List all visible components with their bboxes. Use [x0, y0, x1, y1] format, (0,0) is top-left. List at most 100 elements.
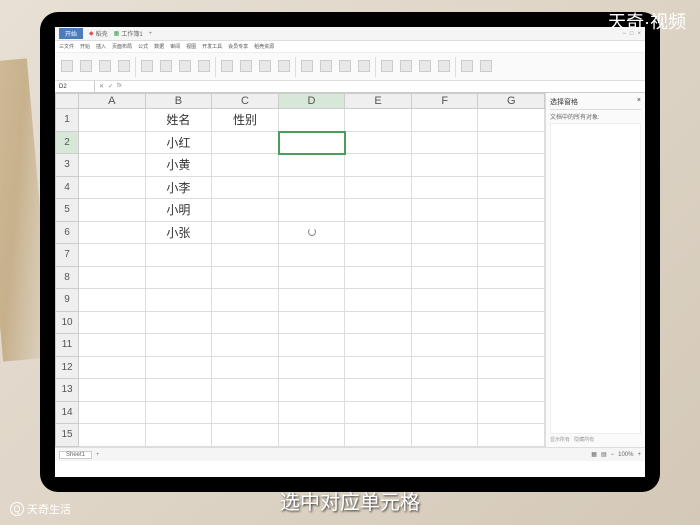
cell[interactable]: 性别	[212, 109, 279, 132]
cell[interactable]	[212, 289, 279, 312]
menu-item[interactable]: 开始	[80, 43, 90, 50]
ribbon-button[interactable]	[398, 60, 414, 73]
cell[interactable]	[345, 289, 412, 312]
cell[interactable]	[412, 132, 479, 155]
row-header[interactable]: 13	[55, 379, 79, 402]
cell[interactable]	[279, 244, 346, 267]
cell[interactable]	[345, 132, 412, 155]
menu-item[interactable]: 稻壳资源	[254, 43, 274, 50]
ribbon-button[interactable]	[478, 60, 494, 73]
column-header[interactable]: F	[412, 93, 479, 109]
cell[interactable]	[146, 334, 213, 357]
cell[interactable]	[478, 154, 545, 177]
cell[interactable]	[79, 334, 146, 357]
cell[interactable]	[345, 199, 412, 222]
ribbon-button[interactable]	[417, 60, 433, 73]
cell[interactable]	[212, 132, 279, 155]
cell[interactable]	[79, 244, 146, 267]
cell[interactable]	[279, 357, 346, 380]
row-header[interactable]: 7	[55, 244, 79, 267]
cell[interactable]	[412, 222, 479, 245]
ribbon-button[interactable]	[177, 60, 193, 73]
fx-confirm-icon[interactable]: ✓	[108, 83, 113, 90]
menu-item[interactable]: 三文件	[59, 43, 74, 50]
panel-close-icon[interactable]: ×	[637, 97, 641, 107]
cell[interactable]	[146, 312, 213, 335]
cell[interactable]	[146, 402, 213, 425]
menu-item[interactable]: 插入	[96, 43, 106, 50]
cell[interactable]	[79, 357, 146, 380]
cell[interactable]	[478, 132, 545, 155]
cell[interactable]: 小明	[146, 199, 213, 222]
cell[interactable]	[478, 334, 545, 357]
cell[interactable]	[345, 424, 412, 447]
cell[interactable]	[79, 289, 146, 312]
cell[interactable]	[79, 379, 146, 402]
cell[interactable]	[279, 132, 346, 155]
cell[interactable]	[345, 177, 412, 200]
fx-label-icon[interactable]: fx	[117, 83, 122, 90]
cell[interactable]: 小黄	[146, 154, 213, 177]
column-header[interactable]: D	[279, 93, 346, 109]
cell[interactable]	[212, 222, 279, 245]
row-header[interactable]: 9	[55, 289, 79, 312]
cell[interactable]	[478, 289, 545, 312]
row-header[interactable]: 6	[55, 222, 79, 245]
cell[interactable]	[279, 402, 346, 425]
cell[interactable]	[279, 199, 346, 222]
cell[interactable]	[478, 222, 545, 245]
row-header[interactable]: 15	[55, 424, 79, 447]
cell[interactable]	[478, 379, 545, 402]
cell[interactable]	[345, 154, 412, 177]
cell[interactable]	[212, 402, 279, 425]
cell[interactable]	[146, 379, 213, 402]
cell[interactable]: 小红	[146, 132, 213, 155]
cell[interactable]	[79, 132, 146, 155]
ribbon-button[interactable]	[59, 60, 75, 73]
cell[interactable]	[412, 177, 479, 200]
cell[interactable]	[345, 334, 412, 357]
cell[interactable]	[212, 244, 279, 267]
row-header[interactable]: 4	[55, 177, 79, 200]
row-header[interactable]: 11	[55, 334, 79, 357]
ribbon-button[interactable]	[436, 60, 452, 73]
cell[interactable]	[146, 357, 213, 380]
ribbon-button[interactable]	[356, 60, 372, 73]
cell[interactable]	[279, 177, 346, 200]
ribbon-button[interactable]	[116, 60, 132, 73]
menu-item[interactable]: 开发工具	[202, 43, 222, 50]
cell[interactable]	[345, 222, 412, 245]
cell[interactable]	[279, 222, 346, 245]
cell[interactable]	[79, 424, 146, 447]
cell[interactable]	[478, 312, 545, 335]
cell[interactable]	[279, 424, 346, 447]
cell[interactable]	[279, 154, 346, 177]
cell[interactable]	[478, 109, 545, 132]
cell[interactable]	[412, 244, 479, 267]
row-header[interactable]: 12	[55, 357, 79, 380]
cell[interactable]	[345, 267, 412, 290]
cell[interactable]	[412, 402, 479, 425]
ribbon-button[interactable]	[459, 60, 475, 73]
tab-daoke[interactable]: ◆稻壳	[89, 29, 108, 38]
cell[interactable]	[345, 109, 412, 132]
fx-cancel-icon[interactable]: ✕	[99, 83, 104, 90]
zoom-in-icon[interactable]: +	[637, 452, 641, 458]
ribbon-button[interactable]	[238, 60, 254, 73]
cell[interactable]	[345, 379, 412, 402]
cell[interactable]	[79, 222, 146, 245]
view-layout-icon[interactable]: ▤	[601, 451, 607, 458]
select-all-corner[interactable]	[55, 93, 79, 109]
ribbon-button[interactable]	[78, 60, 94, 73]
ribbon-button[interactable]	[158, 60, 174, 73]
cell[interactable]	[212, 312, 279, 335]
ribbon-button[interactable]	[139, 60, 155, 73]
cell[interactable]	[79, 402, 146, 425]
cell[interactable]	[412, 289, 479, 312]
cell[interactable]	[146, 289, 213, 312]
cell[interactable]	[345, 312, 412, 335]
cell[interactable]	[279, 312, 346, 335]
menu-item[interactable]: 页面布局	[112, 43, 132, 50]
cell[interactable]	[478, 424, 545, 447]
row-header[interactable]: 8	[55, 267, 79, 290]
